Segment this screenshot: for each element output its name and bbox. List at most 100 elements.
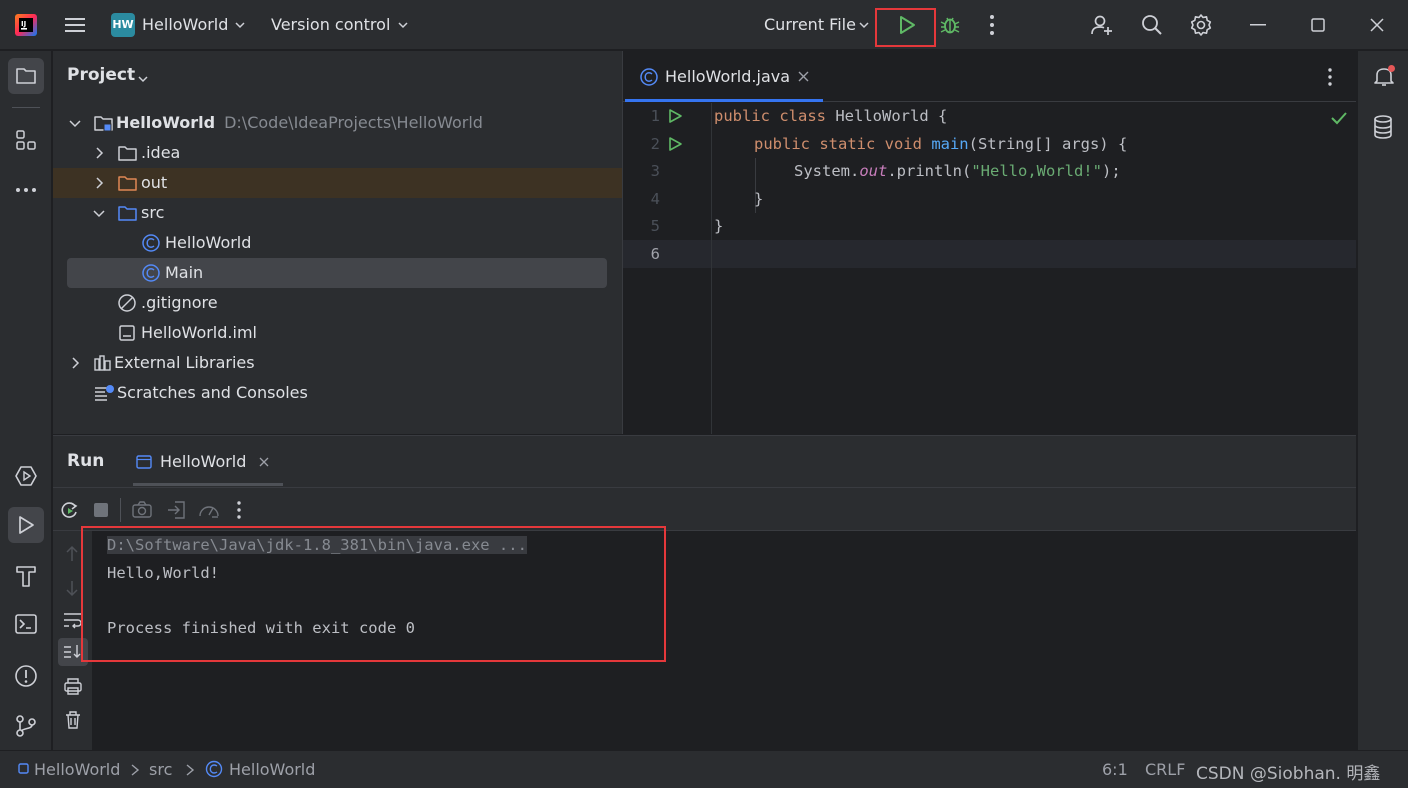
module-folder-icon xyxy=(94,116,113,132)
tree-row-helloworld-class[interactable]: HelloWorld xyxy=(141,228,251,258)
close-tab-icon[interactable] xyxy=(259,457,269,467)
project-tool-button[interactable] xyxy=(8,58,44,94)
terminal-icon[interactable] xyxy=(14,613,38,635)
services-icon[interactable] xyxy=(14,464,38,488)
run-tab-helloworld[interactable]: HelloWorld xyxy=(133,436,283,487)
tree-row-helloworld-root[interactable]: HelloWorld D:\Code\IdeaProjects\HelloWor… xyxy=(67,108,607,138)
more-tools-icon[interactable] xyxy=(15,179,37,201)
module-icon xyxy=(18,763,29,774)
line-number: 4 xyxy=(650,189,660,208)
project-tool-window: Project HelloWorld D:\Code\IdeaProjects\… xyxy=(53,51,622,434)
gutter-run-icon[interactable] xyxy=(667,108,683,124)
main-menu-icon[interactable] xyxy=(60,10,90,40)
breadcrumb-item[interactable]: HelloWorld xyxy=(229,760,315,779)
run-tool-window: Run HelloWorld D:\Software\Java\jdk-1.8_… xyxy=(53,435,1356,751)
gutter-run-icon[interactable] xyxy=(667,136,683,152)
code-line-1: public class HelloWorld { xyxy=(714,107,948,125)
profiler-icon[interactable] xyxy=(198,500,220,520)
toolbar-divider xyxy=(120,498,121,522)
minimize-icon[interactable] xyxy=(1250,24,1266,26)
title-bar: IJ HW HelloWorld Version control Current… xyxy=(0,0,1408,50)
more-options-icon[interactable] xyxy=(1323,67,1337,87)
tree-row-external-libraries[interactable]: External Libraries xyxy=(67,348,255,378)
import-icon[interactable] xyxy=(166,500,186,520)
stop-icon[interactable] xyxy=(93,502,109,518)
status-bar: HelloWorld src HelloWorld 6:1 CRLF CSDN … xyxy=(0,750,1408,788)
inspection-ok-icon[interactable] xyxy=(1330,111,1348,125)
vcs-menu[interactable]: Version control xyxy=(271,0,390,50)
run-tool-button[interactable] xyxy=(8,507,44,543)
settings-gear-icon[interactable] xyxy=(1189,13,1213,37)
camera-icon[interactable] xyxy=(132,501,152,519)
tree-row-out[interactable]: out xyxy=(91,168,167,198)
tree-row-iml[interactable]: HelloWorld.iml xyxy=(117,318,257,348)
run-config-selector[interactable]: Current File xyxy=(764,0,856,50)
close-icon[interactable] xyxy=(1370,18,1384,32)
more-actions-icon[interactable] xyxy=(982,12,1002,38)
notifications-bell-icon[interactable] xyxy=(1372,64,1396,88)
code-line-4: } xyxy=(754,189,764,208)
tree-label: .idea xyxy=(141,143,181,162)
git-icon[interactable] xyxy=(14,714,38,738)
search-icon[interactable] xyxy=(1140,13,1164,37)
build-hammer-icon[interactable] xyxy=(15,564,37,588)
chevron-right-icon xyxy=(129,763,141,777)
trash-icon[interactable] xyxy=(64,710,82,730)
editor: HelloWorld.java 1 2 3 4 5 6 public class… xyxy=(623,51,1356,434)
svg-text:IJ: IJ xyxy=(21,20,26,28)
project-name[interactable]: HelloWorld xyxy=(142,0,228,50)
line-number: 1 xyxy=(650,107,660,125)
libraries-icon xyxy=(94,355,111,371)
print-icon[interactable] xyxy=(63,677,83,695)
right-tool-window-bar xyxy=(1357,51,1408,750)
code-line-5: } xyxy=(714,217,724,235)
arrow-up-icon[interactable] xyxy=(64,545,80,563)
line-separator[interactable]: CRLF xyxy=(1145,760,1185,779)
caret-position[interactable]: 6:1 xyxy=(1102,760,1128,779)
active-run-tab-indicator xyxy=(133,483,283,486)
intellij-logo-icon[interactable]: IJ xyxy=(14,13,38,37)
chevron-right-icon xyxy=(184,763,196,777)
debug-icon[interactable] xyxy=(938,13,962,37)
chevron-down-icon xyxy=(234,19,246,31)
tree-label: src xyxy=(141,203,165,222)
chevron-down-icon xyxy=(69,120,81,128)
ignore-file-icon xyxy=(118,294,136,312)
run-tab-label: HelloWorld xyxy=(160,452,247,471)
breadcrumb-item[interactable]: HelloWorld xyxy=(34,760,120,779)
maximize-icon[interactable] xyxy=(1311,18,1325,32)
tree-label: HelloWorld xyxy=(116,113,216,132)
output-highlight-box xyxy=(81,526,666,662)
breadcrumb-item[interactable]: src xyxy=(149,760,172,779)
add-user-icon[interactable] xyxy=(1090,13,1114,37)
more-options-icon[interactable] xyxy=(234,500,244,520)
arrow-down-icon[interactable] xyxy=(64,579,80,597)
chevron-right-icon xyxy=(96,177,104,189)
tree-row-main[interactable]: Main xyxy=(141,258,203,288)
project-switcher[interactable]: HW xyxy=(111,13,135,37)
source-folder-icon xyxy=(118,206,137,221)
tree-row-scratches[interactable]: Scratches and Consoles xyxy=(93,378,308,408)
code-area[interactable]: public class HelloWorld { public static … xyxy=(714,103,1127,268)
tree-row-idea[interactable]: .idea xyxy=(91,138,180,168)
tree-row-gitignore[interactable]: .gitignore xyxy=(117,288,218,318)
tab-label: HelloWorld.java xyxy=(665,67,791,86)
tab-helloworld-java[interactable]: HelloWorld.java xyxy=(623,51,823,102)
iml-file-icon xyxy=(119,325,135,341)
chevron-right-icon xyxy=(72,357,80,369)
tree-label: .gitignore xyxy=(141,293,218,312)
close-tab-icon[interactable] xyxy=(798,71,809,82)
rerun-icon[interactable] xyxy=(59,500,79,520)
tree-row-src[interactable]: src xyxy=(91,198,164,228)
gutter-separator xyxy=(711,103,712,434)
run-icon[interactable] xyxy=(896,14,918,36)
structure-icon[interactable] xyxy=(15,129,37,151)
code-line-2: public static void main(String[] args) { xyxy=(754,134,1128,153)
problems-icon[interactable] xyxy=(14,664,38,688)
database-icon[interactable] xyxy=(1372,114,1394,140)
class-icon xyxy=(142,264,160,282)
left-tool-window-bar xyxy=(0,51,52,750)
chevron-down-icon xyxy=(858,19,870,31)
project-badge: HW xyxy=(111,13,135,37)
chevron-down-icon[interactable] xyxy=(137,73,149,85)
